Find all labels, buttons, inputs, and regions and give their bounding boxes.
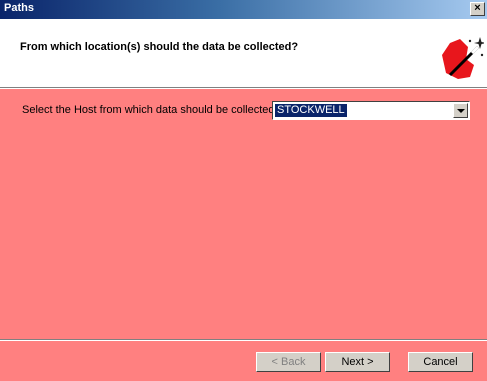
host-dropdown-value: STOCKWELL <box>274 103 348 118</box>
page-question: From which location(s) should the data b… <box>20 41 299 53</box>
cancel-button[interactable]: Cancel <box>408 352 473 372</box>
magic-wand-icon <box>442 37 484 79</box>
wizard-header: From which location(s) should the data b… <box>0 19 487 87</box>
window-title: Paths <box>4 2 34 14</box>
host-dropdown[interactable]: STOCKWELL <box>272 101 470 120</box>
host-label: Select the Host from which data should b… <box>22 104 278 116</box>
close-button[interactable]: × <box>470 2 485 16</box>
wizard-window: Paths × From which location(s) should th… <box>0 0 487 381</box>
dropdown-arrow-icon[interactable] <box>453 103 468 118</box>
back-button[interactable]: < Back <box>256 352 321 372</box>
next-button[interactable]: Next > <box>325 352 390 372</box>
wizard-content: Select the Host from which data should b… <box>0 89 487 339</box>
title-bar[interactable]: Paths × <box>0 0 487 19</box>
close-icon: × <box>474 2 481 14</box>
wizard-footer: < Back Next > Cancel <box>0 341 487 381</box>
